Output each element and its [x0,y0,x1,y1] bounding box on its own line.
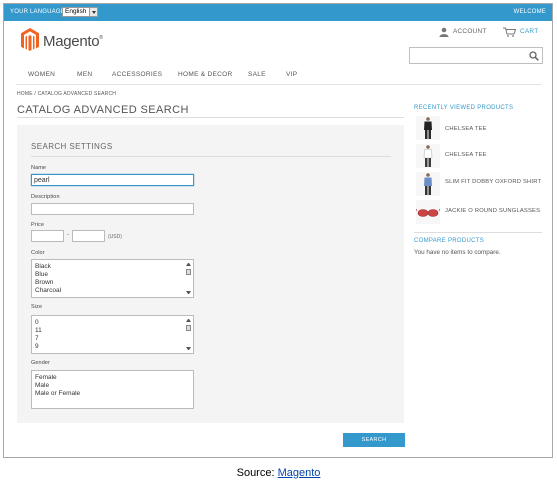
blue-shirt-icon[interactable] [416,172,440,196]
title-divider [17,117,404,118]
header-search-input[interactable] [409,47,543,64]
product-name[interactable]: SLIM FIT DOBBY OXFORD SHIRT [445,178,552,186]
scroll-down-icon[interactable] [186,291,191,294]
size-option[interactable]: 9 [32,343,193,351]
language-label: YOUR LANGUAGE [10,9,65,15]
description-input[interactable] [31,203,194,215]
black-tee-icon[interactable] [416,116,440,140]
name-label: Name [31,165,47,171]
color-option[interactable]: Blue [32,271,193,279]
description-label: Description [31,194,60,200]
section-title: SEARCH SETTINGS [31,142,113,151]
size-label: Size [31,304,43,310]
price-unit: (USD) [108,234,122,240]
source-caption: Source: Magento [0,467,557,479]
scroll-thumb[interactable] [186,325,191,331]
product-name[interactable]: JACKIE O ROUND SUNGLASSES [445,207,552,215]
sunglasses-icon[interactable] [416,200,440,224]
gender-option[interactable]: Female [32,374,193,382]
price-to-input[interactable] [72,230,105,242]
color-label: Color [31,250,45,256]
color-select[interactable]: Black Blue Brown Charcoal [31,259,194,298]
nav-item-women[interactable]: WOMEN [28,71,55,78]
recently-viewed-title: RECENTLY VIEWED PRODUCTS [414,105,514,111]
top-bar: YOUR LANGUAGE English WELCOME [4,4,552,21]
sidebar-divider [414,232,542,233]
nav-divider [16,84,542,85]
product-name[interactable]: CHELSEA TEE [445,151,552,159]
color-scrollbar[interactable] [185,261,192,296]
compare-empty-text: You have no items to compare. [414,249,501,256]
language-select[interactable]: English [62,7,98,17]
price-dash: - [67,232,69,238]
gender-option[interactable]: Male [32,382,193,390]
scroll-up-icon[interactable] [186,263,191,266]
color-option[interactable]: Charcoal [32,287,193,295]
user-icon [439,27,449,37]
page-title: CATALOG ADVANCED SEARCH [17,104,189,116]
size-scrollbar[interactable] [185,317,192,352]
scroll-down-icon[interactable] [186,347,191,350]
welcome-text: WELCOME [513,9,546,15]
search-button[interactable]: SEARCH [343,433,405,447]
size-select[interactable]: 0 11 7 9 [31,315,194,354]
nav-item-men[interactable]: MEN [77,71,92,78]
source-link[interactable]: Magento [278,467,321,479]
nav-item-home-decor[interactable]: HOME & DECOR [178,71,233,78]
section-divider [31,156,391,157]
logo-text: Magento® [43,33,103,50]
cart-icon [503,27,516,37]
search-icon[interactable] [529,51,539,61]
size-option[interactable]: 11 [32,327,193,335]
language-value: English [65,8,87,15]
white-tee-icon[interactable] [416,144,440,168]
magento-logo[interactable]: Magento® [21,28,121,54]
source-prefix: Source: [236,467,278,479]
cart-label: CART [520,28,539,35]
price-label: Price [31,222,45,228]
nav-item-accessories[interactable]: ACCESSORIES [112,71,162,78]
nav-item-vip[interactable]: VIP [286,71,297,78]
account-label: ACCOUNT [453,28,487,35]
breadcrumb[interactable]: HOME / CATALOG ADVANCED SEARCH [17,91,116,97]
size-option[interactable]: 7 [32,335,193,343]
search-settings-panel: SEARCH SETTINGS Name pearl Description P… [17,125,404,423]
magento-logo-icon [21,28,39,51]
gender-option[interactable]: Male or Female [32,390,193,398]
chevron-down-icon[interactable] [89,8,97,16]
compare-products-title: COMPARE PRODUCTS [414,238,485,244]
browser-frame: YOUR LANGUAGE English WELCOME Magento® A… [3,3,553,458]
product-name[interactable]: CHELSEA TEE [445,125,552,133]
price-from-input[interactable] [31,230,64,242]
scroll-thumb[interactable] [186,269,191,275]
gender-label: Gender [31,360,50,366]
name-input[interactable]: pearl [31,174,194,186]
size-option[interactable]: 0 [32,319,193,327]
nav-item-sale[interactable]: SALE [248,71,266,78]
color-option[interactable]: Black [32,263,193,271]
scroll-up-icon[interactable] [186,319,191,322]
gender-select[interactable]: Female Male Male or Female [31,370,194,409]
color-option[interactable]: Brown [32,279,193,287]
